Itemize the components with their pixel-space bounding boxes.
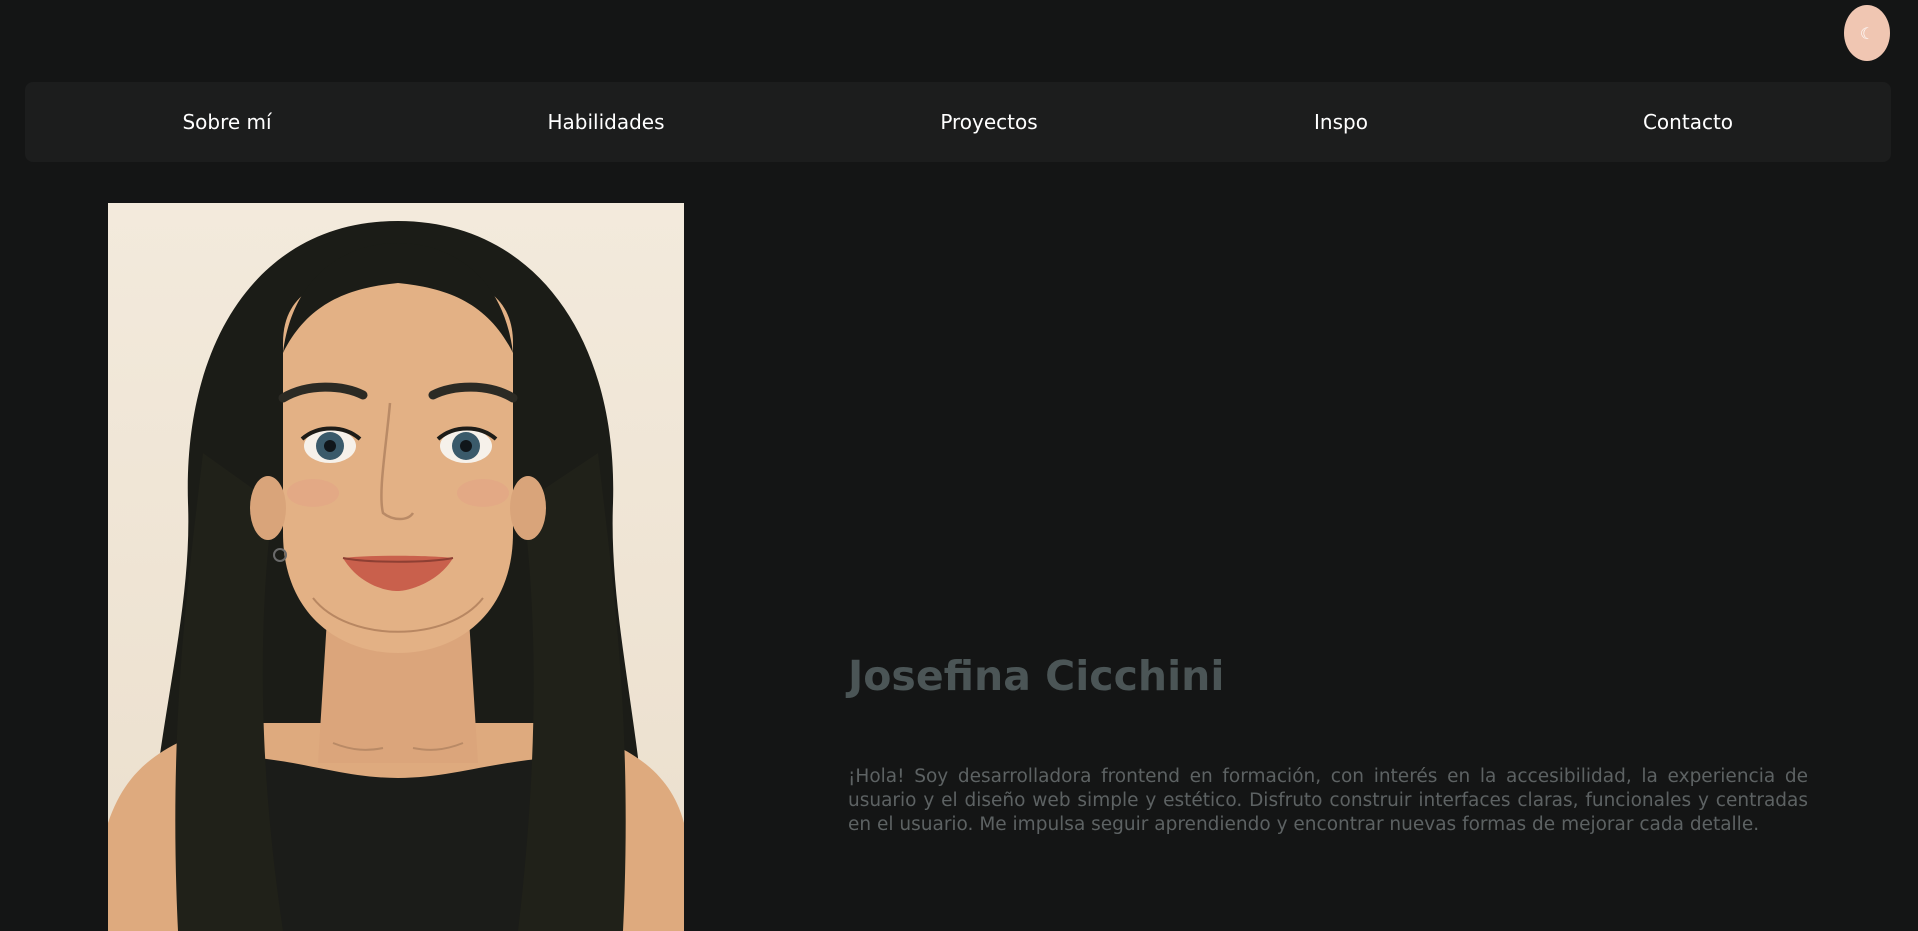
- main-navbar: Sobre mí Habilidades Proyectos Inspo Con…: [25, 82, 1891, 162]
- theme-toggle-button[interactable]: ☾: [1844, 5, 1890, 61]
- moon-icon: ☾: [1859, 23, 1875, 43]
- profile-portrait: [108, 203, 684, 931]
- nav-item-sobre-mi[interactable]: Sobre mí: [182, 82, 271, 162]
- hero-bio-text: ¡Hola! Soy desarrolladora frontend en fo…: [848, 766, 1808, 835]
- nav-item-contacto[interactable]: Contacto: [1643, 82, 1733, 162]
- hero-name-heading: Josefina Cicchini: [848, 652, 1225, 700]
- nav-item-proyectos[interactable]: Proyectos: [940, 82, 1037, 162]
- nav-item-inspo[interactable]: Inspo: [1314, 82, 1368, 162]
- nav-item-habilidades[interactable]: Habilidades: [547, 82, 664, 162]
